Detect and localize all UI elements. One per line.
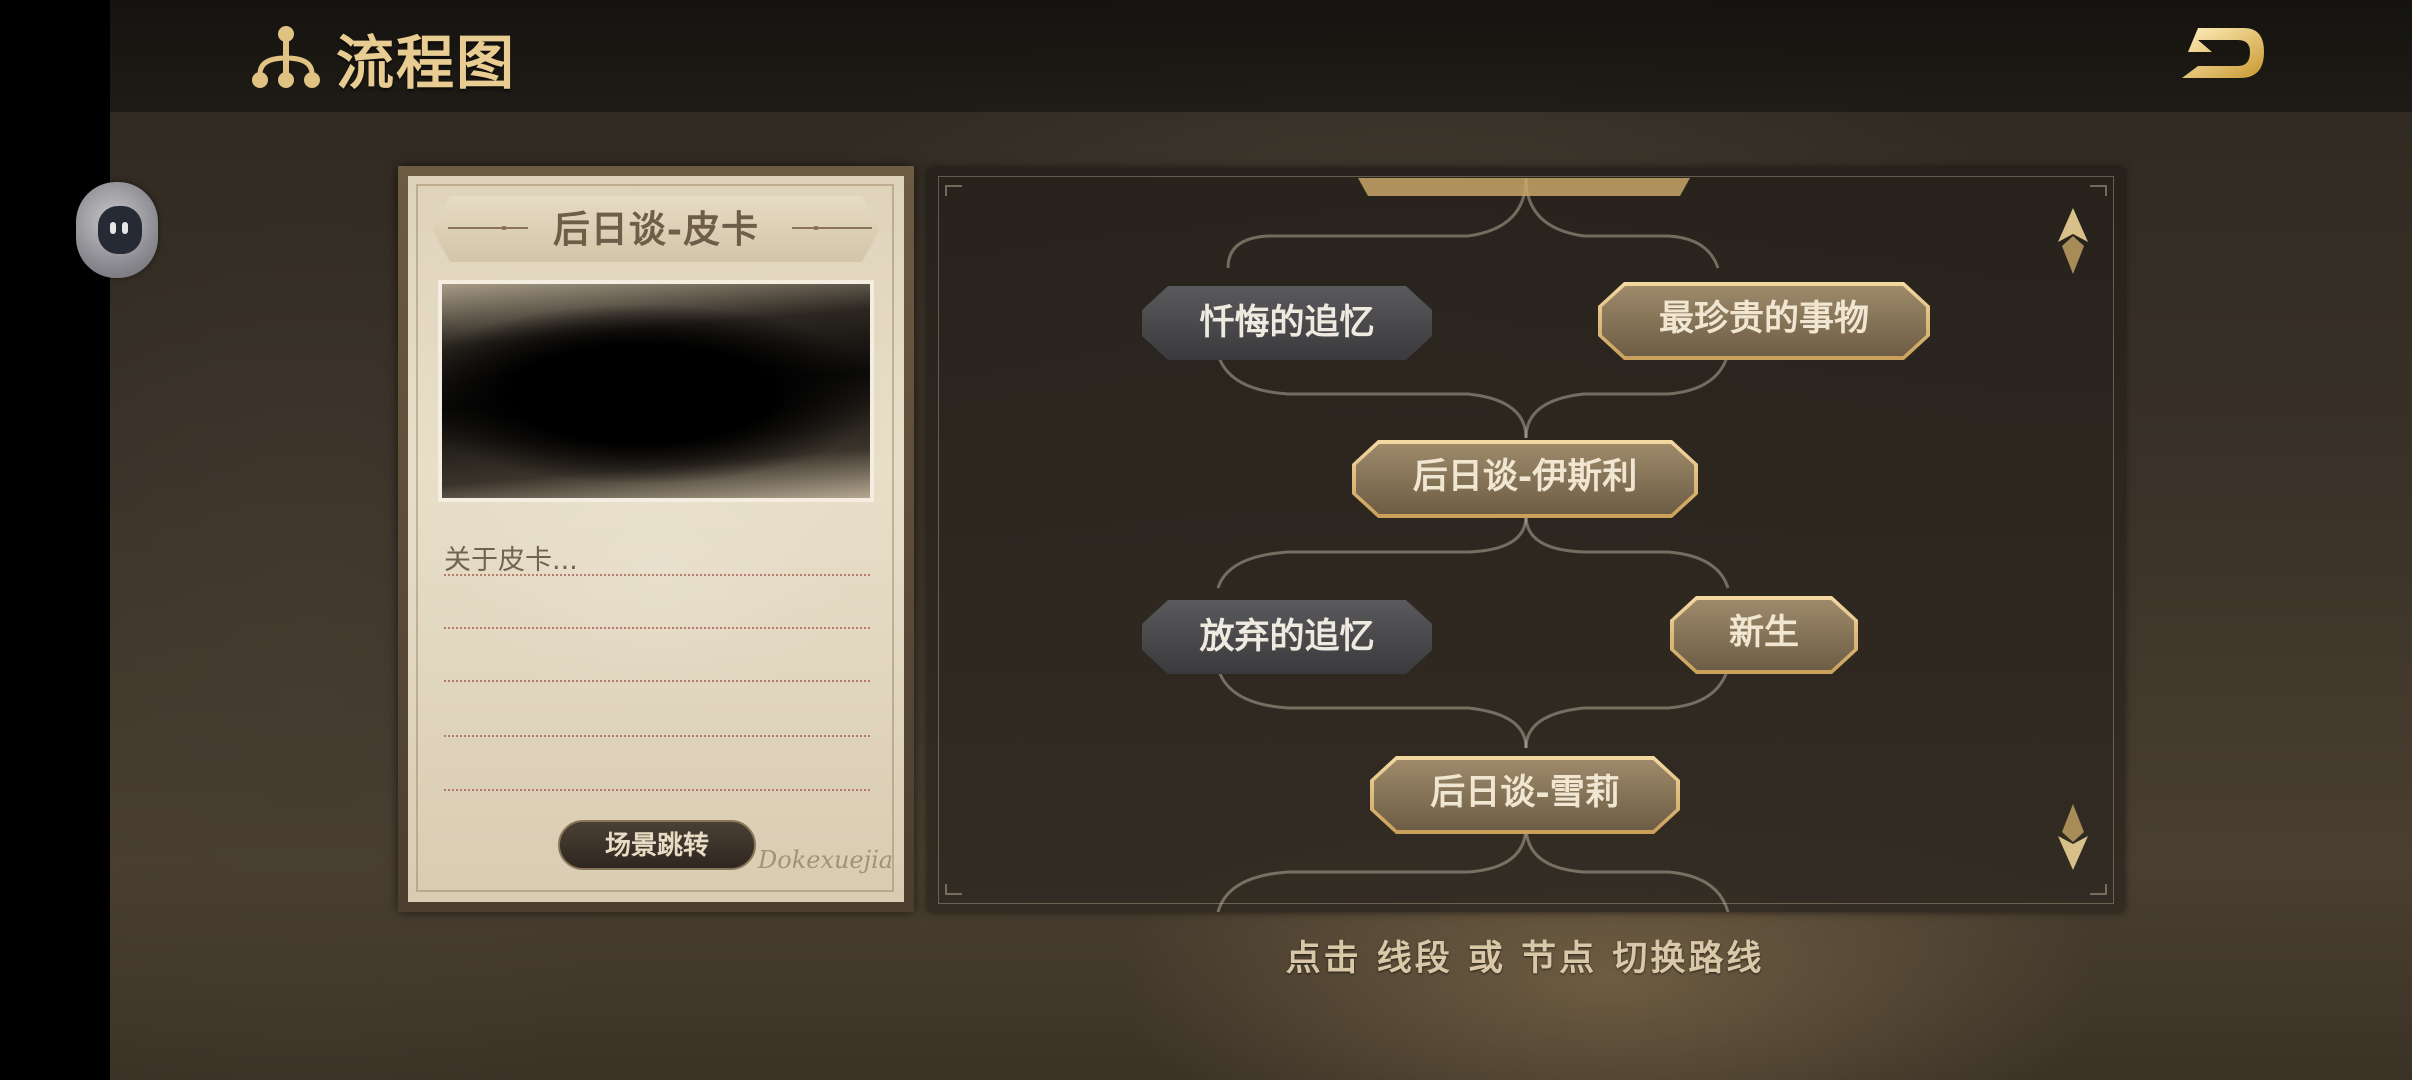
scene-jump-button[interactable]: 场景跳转: [558, 820, 756, 870]
connector-line: [1216, 825, 1528, 912]
flow-node-label: 放弃的追忆: [1199, 616, 1375, 657]
route-switch-hint: 点击 线段 或 节点 切换路线: [1285, 938, 1765, 979]
floating-assistant-button[interactable]: [76, 182, 158, 278]
connector-line: [1524, 515, 1730, 589]
note-line: [444, 680, 870, 682]
flow-node-label: 最珍贵的事物: [1602, 286, 1926, 356]
card-title: 后日谈-皮卡: [552, 207, 760, 251]
signature-watermark: Dokexuejia: [758, 846, 894, 874]
flowchart-icon: [252, 26, 320, 88]
note-line: [444, 735, 870, 737]
note-line: [444, 789, 870, 791]
partial-node-top: [1358, 178, 1690, 196]
flow-node-abandoned-memory[interactable]: 放弃的追忆: [1142, 600, 1432, 674]
card-image: [438, 280, 874, 502]
corner-ornament: [2090, 185, 2107, 196]
back-button[interactable]: [2168, 20, 2268, 90]
scroll-down-arrow-icon[interactable]: [2056, 802, 2090, 872]
return-arrow-icon: [2182, 28, 2264, 78]
flow-node-epilogue-isley[interactable]: 后日谈-伊斯利: [1352, 440, 1698, 518]
flow-node-label: 后日谈-伊斯利: [1356, 444, 1694, 514]
letterbox-strip: [0, 0, 110, 1080]
page-title: 流程图: [336, 29, 517, 97]
flow-node-precious-thing[interactable]: 最珍贵的事物: [1598, 282, 1930, 360]
flow-node-rebirth[interactable]: 新生: [1670, 596, 1858, 674]
connector-line: [1216, 353, 1528, 439]
flow-node-epilogue-shelly[interactable]: 后日谈-雪莉: [1370, 756, 1680, 834]
note-line: [444, 627, 870, 629]
assistant-eye: [122, 222, 128, 234]
flow-node-label: 忏悔的追忆: [1199, 302, 1375, 343]
flow-node-label: 后日谈-雪莉: [1374, 760, 1676, 830]
assistant-face-icon: [98, 206, 142, 254]
connector-line: [1524, 353, 1730, 439]
scroll-up-arrow-icon[interactable]: [2056, 206, 2090, 276]
connector-line: [1216, 515, 1528, 589]
connector-line: [1216, 667, 1528, 749]
note-line: [444, 574, 870, 576]
assistant-eye: [110, 222, 116, 234]
flow-node-regret-memory[interactable]: 忏悔的追忆: [1142, 286, 1432, 360]
page-title-group: 流程图: [250, 18, 516, 98]
corner-ornament: [2090, 884, 2107, 895]
card-description: 关于皮卡...: [444, 545, 578, 576]
corner-ornament: [945, 185, 962, 196]
connector-line: [1524, 667, 1730, 749]
corner-ornament: [945, 884, 962, 895]
flow-node-label: 新生: [1674, 600, 1854, 670]
connector-line: [1524, 825, 1730, 912]
